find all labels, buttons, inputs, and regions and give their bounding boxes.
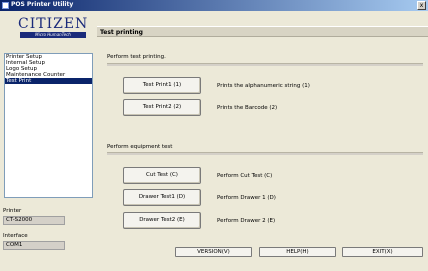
title-bar: POS Printer Utility x	[0, 0, 428, 11]
citizen-logo: CITIZEN Micro HumanTech	[18, 16, 88, 38]
sidebar: CITIZEN Micro HumanTech Printer Setup In…	[0, 11, 97, 271]
logo-tagline: Micro HumanTech	[20, 32, 86, 38]
interface-label: Interface	[3, 233, 28, 239]
app-icon	[2, 2, 9, 9]
test-print1-description: Prints the alphanumeric string (1)	[217, 83, 310, 89]
main-panel: Test printing Perform test printing. Tes…	[97, 11, 428, 271]
interface-value: COM1	[3, 241, 65, 250]
equipment-test-section-label: Perform equipment test	[107, 144, 173, 150]
panel-header: Test printing	[97, 26, 428, 37]
drawer-test2-button[interactable]: Drawer Test2 (E)	[123, 212, 201, 229]
logo-brand: CITIZEN	[18, 16, 89, 32]
close-button[interactable]: x	[417, 1, 426, 10]
test-printing-section-label: Perform test printing.	[107, 54, 166, 60]
exit-button[interactable]: EXIT(X)	[342, 247, 423, 257]
test-print2-button[interactable]: Test Print2 (2)	[123, 99, 201, 116]
drawer-test2-description: Perform Drawer 2 (E)	[217, 218, 276, 224]
section-divider	[107, 63, 423, 66]
drawer-test1-description: Perform Drawer 1 (D)	[217, 195, 276, 201]
version-button[interactable]: VERSION(V)	[175, 247, 252, 257]
menu-item-test-print[interactable]: Test Print	[5, 78, 92, 84]
test-print1-button[interactable]: Test Print1 (1)	[123, 77, 201, 94]
panel-title: Test printing	[100, 29, 143, 36]
section-divider	[107, 152, 423, 155]
cut-test-description: Perform Cut Test (C)	[217, 173, 273, 179]
window-title: POS Printer Utility	[11, 1, 74, 8]
printer-label: Printer	[3, 208, 22, 214]
settings-menu-list[interactable]: Printer Setup Internal Setup Logo Setup …	[4, 53, 93, 198]
help-button[interactable]: HELP(H)	[259, 247, 336, 257]
cut-test-button[interactable]: Cut Test (C)	[123, 167, 201, 184]
test-print2-description: Prints the Barcode (2)	[217, 105, 278, 111]
drawer-test1-button[interactable]: Drawer Test1 (D)	[123, 189, 201, 206]
printer-value: CT-S2000	[3, 216, 65, 225]
